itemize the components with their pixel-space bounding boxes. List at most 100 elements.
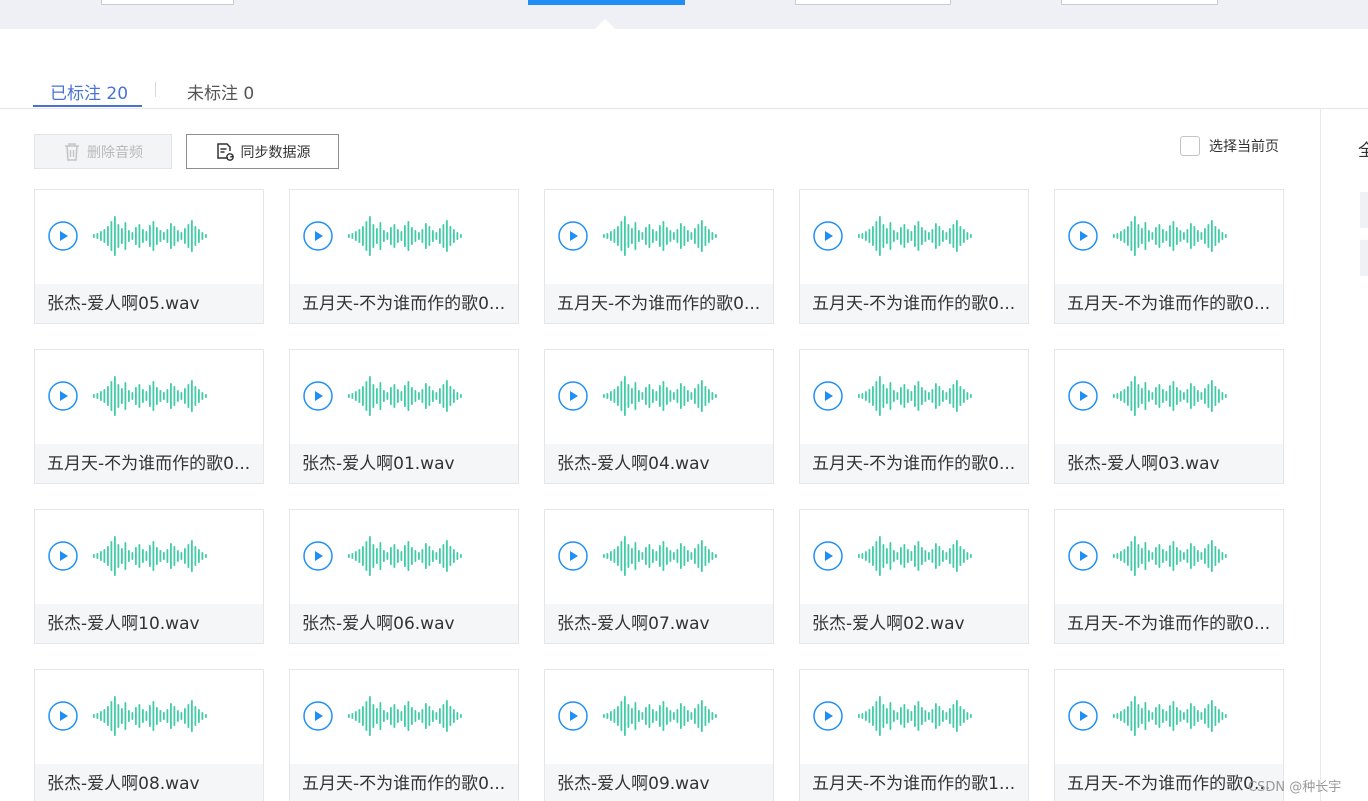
audio-card-preview bbox=[290, 190, 518, 284]
waveform-icon bbox=[603, 536, 717, 576]
sync-datasource-button[interactable]: 同步数据源 bbox=[186, 134, 339, 169]
waveform-icon bbox=[1113, 376, 1227, 416]
audio-card-preview bbox=[800, 350, 1028, 444]
waveform-icon bbox=[858, 696, 972, 736]
audio-card-preview bbox=[290, 350, 518, 444]
waveform-icon bbox=[93, 216, 207, 256]
play-circle-icon[interactable] bbox=[303, 541, 333, 571]
audio-card[interactable]: 五月天-不为谁而作的歌0... bbox=[799, 349, 1029, 484]
play-circle-icon[interactable] bbox=[813, 381, 843, 411]
play-circle-icon[interactable] bbox=[1068, 701, 1098, 731]
audio-card[interactable]: 张杰-爱人啊10.wav bbox=[34, 509, 264, 644]
top-step-active[interactable] bbox=[528, 0, 685, 5]
play-circle-icon[interactable] bbox=[558, 701, 588, 731]
audio-card-preview bbox=[1055, 190, 1283, 284]
audio-card-preview bbox=[35, 190, 263, 284]
audio-card[interactable]: 张杰-爱人啊09.wav bbox=[544, 669, 774, 801]
audio-card-preview bbox=[800, 510, 1028, 604]
audio-card-filename: 张杰-爱人啊09.wav bbox=[545, 764, 773, 801]
audio-card-preview bbox=[35, 350, 263, 444]
sync-datasource-label: 同步数据源 bbox=[240, 144, 311, 161]
top-step-box[interactable] bbox=[795, 0, 951, 5]
waveform-icon bbox=[348, 376, 462, 416]
waveform-icon bbox=[1113, 216, 1227, 256]
audio-card[interactable]: 张杰-爱人啊08.wav bbox=[34, 669, 264, 801]
audio-card-filename: 张杰-爱人啊10.wav bbox=[35, 604, 263, 643]
waveform-icon bbox=[858, 216, 972, 256]
audio-card-filename: 五月天-不为谁而作的歌0... bbox=[35, 444, 263, 483]
audio-card[interactable]: 五月天-不为谁而作的歌0... bbox=[799, 189, 1029, 324]
audio-card[interactable]: 张杰-爱人啊06.wav bbox=[289, 509, 519, 644]
audio-card[interactable]: 五月天-不为谁而作的歌0... bbox=[289, 189, 519, 324]
play-circle-icon[interactable] bbox=[813, 701, 843, 731]
audio-card-filename: 张杰-爱人啊03.wav bbox=[1055, 444, 1283, 483]
audio-card-preview bbox=[290, 670, 518, 764]
audio-card-preview bbox=[800, 190, 1028, 284]
play-circle-icon[interactable] bbox=[813, 541, 843, 571]
audio-card[interactable]: 张杰-爱人啊04.wav bbox=[544, 349, 774, 484]
audio-card[interactable]: 张杰-爱人啊03.wav bbox=[1054, 349, 1284, 484]
play-circle-icon[interactable] bbox=[1068, 381, 1098, 411]
audio-card-preview bbox=[1055, 670, 1283, 764]
play-circle-icon[interactable] bbox=[558, 541, 588, 571]
waveform-icon bbox=[603, 376, 717, 416]
waveform-icon bbox=[603, 216, 717, 256]
play-circle-icon[interactable] bbox=[48, 221, 78, 251]
top-step-box[interactable] bbox=[1061, 0, 1218, 5]
audio-card[interactable]: 五月天-不为谁而作的歌0... bbox=[1054, 189, 1284, 324]
tab-labeled[interactable]: 已标注 20 bbox=[50, 79, 128, 104]
active-step-caret-icon bbox=[595, 19, 615, 29]
audio-card[interactable]: 张杰-爱人啊01.wav bbox=[289, 349, 519, 484]
audio-card[interactable]: 五月天-不为谁而作的歌0... bbox=[289, 669, 519, 801]
play-circle-icon[interactable] bbox=[48, 541, 78, 571]
audio-card-filename: 五月天-不为谁而作的歌1... bbox=[800, 764, 1028, 801]
audio-card-preview bbox=[545, 670, 773, 764]
tab-active-underline bbox=[33, 105, 142, 107]
select-page-checkbox[interactable] bbox=[1180, 136, 1200, 156]
waveform-icon bbox=[93, 696, 207, 736]
audio-card-filename: 五月天-不为谁而作的歌0... bbox=[1055, 604, 1283, 643]
delete-audio-button[interactable]: 删除音频 bbox=[34, 134, 172, 169]
audio-card-preview bbox=[35, 670, 263, 764]
audio-card-filename: 张杰-爱人啊01.wav bbox=[290, 444, 518, 483]
tab-unlabeled[interactable]: 未标注 0 bbox=[187, 79, 254, 104]
audio-card[interactable]: 五月天-不为谁而作的歌0... bbox=[34, 349, 264, 484]
waveform-icon bbox=[348, 536, 462, 576]
right-panel-item[interactable] bbox=[1360, 240, 1368, 276]
audio-card-filename: 张杰-爱人啊06.wav bbox=[290, 604, 518, 643]
play-circle-icon[interactable] bbox=[303, 381, 333, 411]
audio-card[interactable]: 张杰-爱人啊07.wav bbox=[544, 509, 774, 644]
play-circle-icon[interactable] bbox=[48, 701, 78, 731]
right-panel-item[interactable] bbox=[1360, 192, 1368, 228]
audio-card-preview bbox=[545, 510, 773, 604]
waveform-icon bbox=[93, 376, 207, 416]
top-step-box[interactable] bbox=[101, 0, 234, 5]
waveform-icon bbox=[1113, 696, 1227, 736]
audio-card[interactable]: 张杰-爱人啊02.wav bbox=[799, 509, 1029, 644]
label-status-tabs: 已标注 20 未标注 0 bbox=[0, 29, 1368, 109]
play-circle-icon[interactable] bbox=[813, 221, 843, 251]
play-circle-icon[interactable] bbox=[1068, 541, 1098, 571]
play-circle-icon[interactable] bbox=[48, 381, 78, 411]
audio-card[interactable]: 五月天-不为谁而作的歌0... bbox=[544, 189, 774, 324]
play-circle-icon[interactable] bbox=[558, 381, 588, 411]
right-panel-title: 全 bbox=[1358, 141, 1368, 161]
audio-card-preview bbox=[545, 190, 773, 284]
audio-card-filename: 五月天-不为谁而作的歌0... bbox=[545, 284, 773, 323]
waveform-icon bbox=[603, 696, 717, 736]
select-page-label: 选择当前页 bbox=[1209, 139, 1279, 155]
select-current-page[interactable]: 选择当前页 bbox=[1180, 136, 1279, 156]
waveform-icon bbox=[1113, 536, 1227, 576]
audio-card-filename: 五月天-不为谁而作的歌0... bbox=[1055, 284, 1283, 323]
audio-card[interactable]: 张杰-爱人啊05.wav bbox=[34, 189, 264, 324]
play-circle-icon[interactable] bbox=[1068, 221, 1098, 251]
audio-card-preview bbox=[800, 670, 1028, 764]
waveform-icon bbox=[348, 696, 462, 736]
play-circle-icon[interactable] bbox=[303, 221, 333, 251]
trash-icon bbox=[65, 142, 79, 161]
play-circle-icon[interactable] bbox=[558, 221, 588, 251]
audio-card-preview bbox=[545, 350, 773, 444]
audio-card[interactable]: 五月天-不为谁而作的歌1... bbox=[799, 669, 1029, 801]
audio-card[interactable]: 五月天-不为谁而作的歌0... bbox=[1054, 509, 1284, 644]
play-circle-icon[interactable] bbox=[303, 701, 333, 731]
